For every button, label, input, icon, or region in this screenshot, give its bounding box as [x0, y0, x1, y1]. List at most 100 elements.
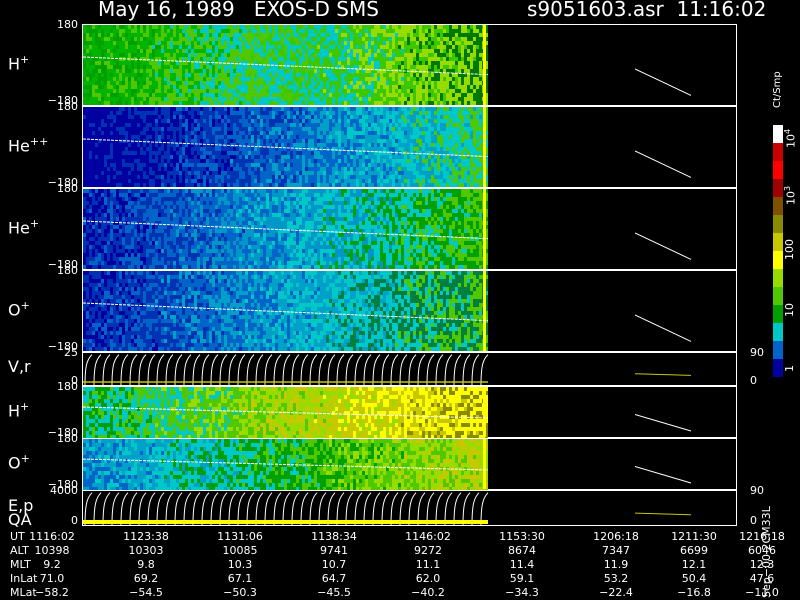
ephemeris-value: 8674: [508, 544, 536, 557]
ephemeris-value: 11.4: [509, 558, 535, 571]
ut-row: UT 1116:02 1123:38 1131:06 1138:34 1146:02 11…: [0, 530, 800, 544]
panel-0-label: H+: [8, 53, 30, 74]
panel-0-ymax: 180: [57, 18, 78, 31]
panel-7: [82, 490, 737, 526]
panel-1: [82, 106, 737, 188]
ephemeris-value: −40.2: [411, 586, 445, 599]
panel-7-ymin: 0: [71, 514, 78, 527]
panel-2-segment: [634, 232, 692, 260]
panel-4-right-bottom: 0: [750, 374, 757, 387]
panel-1-label: He++: [8, 135, 49, 156]
ephemeris-value: −45.5: [317, 586, 351, 599]
colorbar-label: 103: [783, 185, 798, 205]
colorbar-swatch: [773, 269, 783, 288]
ephemeris-row-mlat: MLat −58.2 −54.5 −50.3 −45.5 −40.2 −34.3 −22.4−…: [0, 586, 800, 600]
panel-6: [82, 438, 737, 491]
ephemeris-value: 10.7: [321, 558, 347, 571]
colorbar-label: 104: [783, 128, 798, 148]
panel-3-segment: [634, 314, 692, 342]
ephemeris-value: −34.3: [505, 586, 539, 599]
ephemeris-value: 64.7: [321, 572, 347, 585]
panel-3-plot: [83, 271, 692, 351]
colorbar-label: 10: [783, 303, 796, 317]
ephemeris-value: 9.8: [137, 558, 155, 571]
panel-1-plot: [83, 107, 692, 187]
ut-tick: 1123:38: [123, 530, 169, 543]
colorbar-swatch: [773, 125, 783, 144]
panel-2: [82, 188, 737, 270]
ut-tick: 1206:18: [593, 530, 639, 543]
colorbar-swatch: [773, 179, 783, 198]
colorbar-swatch: [773, 161, 783, 180]
colorbar-swatch: [773, 323, 783, 342]
ephemeris-value: 12.1: [681, 558, 707, 571]
header-title: May 16, 1989 EXOS-D SMS: [98, 0, 379, 21]
colorbar: [773, 125, 783, 377]
panel-7-right-top: 90: [750, 484, 764, 497]
panel-4: [82, 352, 737, 386]
ut-tick: 1116:02: [29, 530, 75, 543]
ephemeris-value: 9.2: [43, 558, 61, 571]
ephemeris-value: 71.0: [39, 572, 65, 585]
panel-0-plot: [83, 25, 692, 105]
colorbar-swatch: [773, 251, 783, 270]
ephemeris-value: 11.9: [603, 558, 629, 571]
panel-5: [82, 386, 737, 439]
ephemeris-row-inlat: InLat 71.0 69.2 67.1 64.7 62.0 59.1 53.2 50.4 47.…: [0, 572, 800, 586]
ephemeris-value: 10398: [34, 544, 70, 557]
panel-7-plot: [83, 492, 692, 526]
ephemeris-value: 6699: [680, 544, 708, 557]
panel-2-label: He+: [8, 217, 40, 238]
ephemeris-value: 10.3: [227, 558, 253, 571]
panel-3: [82, 270, 737, 352]
panel-4-plot: [83, 354, 692, 386]
header-file: s9051603.asr 11:16:02: [527, 0, 767, 21]
ephemeris-value: 9272: [414, 544, 442, 557]
panel-7-right-bottom: 0: [750, 514, 757, 527]
colorbar-swatch: [773, 341, 783, 360]
footer-code: Sep−00 2CM33L: [760, 506, 773, 598]
ephemeris-value: −54.5: [129, 586, 163, 599]
panel-7-ymax: 4000: [50, 484, 78, 497]
panel-3-label: O+: [8, 299, 30, 320]
colorbar-swatch: [773, 359, 783, 377]
panel-6-segment: [634, 466, 692, 484]
colorbar-swatch: [773, 287, 783, 306]
ephemeris-value: 69.2: [133, 572, 159, 585]
panel-5-ymax: 180: [57, 380, 78, 393]
ephemeris-value: 9741: [320, 544, 348, 557]
panel-6-plot: [83, 439, 692, 491]
ut-tick: 1153:30: [499, 530, 545, 543]
colorbar-swatch: [773, 197, 783, 216]
colorbar-label: 100: [783, 239, 796, 260]
ephemeris-value: 67.1: [227, 572, 253, 585]
ephemeris-row-alt: ALT 10398 10303 10085 9741 9272 8674 7347 6699 60…: [0, 544, 800, 558]
ut-tick: 1138:34: [311, 530, 357, 543]
panel-1-ymax: 180: [57, 100, 78, 113]
ephemeris-value: −50.3: [223, 586, 257, 599]
panel-3-ymax: 180: [57, 264, 78, 277]
ephemeris-value: 10085: [222, 544, 258, 557]
panel-4-ymax: 25: [64, 346, 78, 359]
panel-6-ymax: 180: [57, 432, 78, 445]
ephemeris-value: 10303: [128, 544, 164, 557]
panel-2-plot: [83, 189, 692, 269]
colorbar-swatch: [773, 305, 783, 324]
panel-1-segment: [634, 150, 692, 178]
panel-5-segment: [634, 414, 692, 432]
colorbar-swatch: [773, 215, 783, 234]
ephemeris-value: 11.1: [415, 558, 441, 571]
ephemeris-value: 50.4: [681, 572, 707, 585]
ephemeris-value: 53.2: [603, 572, 629, 585]
ut-tick: 1211:30: [671, 530, 717, 543]
ephemeris-value: −58.2: [35, 586, 69, 599]
panel-6-label: O+: [8, 452, 30, 473]
colorbar-swatch: [773, 233, 783, 252]
ephemeris-value: −22.4: [599, 586, 633, 599]
ephemeris-value: 7347: [602, 544, 630, 557]
colorbar-swatch: [773, 143, 783, 162]
ut-tick: 1131:06: [217, 530, 263, 543]
ephemeris-value: 59.1: [509, 572, 535, 585]
panel-2-ymax: 180: [57, 182, 78, 195]
panel-5-label: H+: [8, 400, 30, 421]
